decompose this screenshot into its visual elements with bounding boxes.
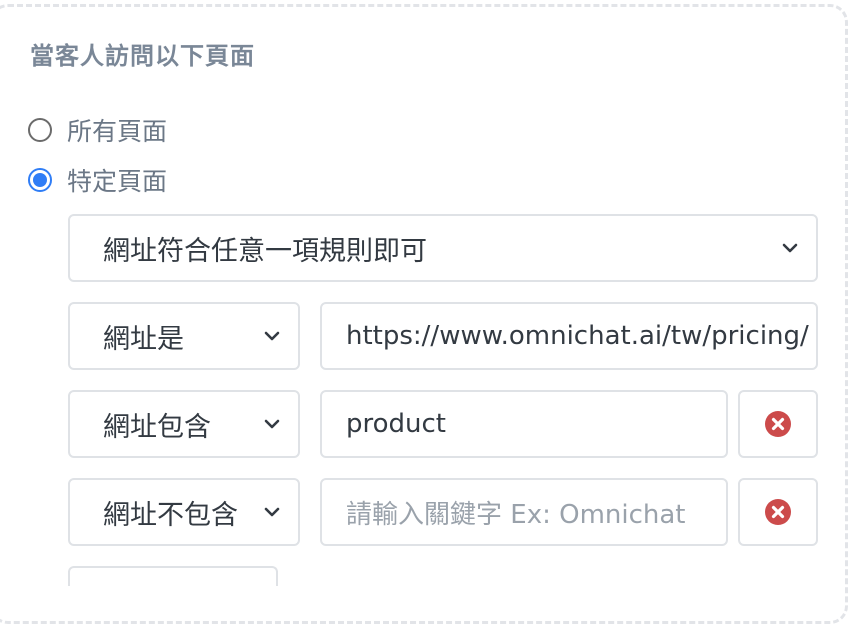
- close-circle-icon: [765, 499, 791, 525]
- rule-condition-select[interactable]: 網址包含: [68, 390, 300, 458]
- chevron-down-icon: [782, 243, 798, 253]
- radio-all-pages-button[interactable]: [28, 118, 52, 142]
- delete-rule-button[interactable]: [738, 390, 818, 458]
- rule-condition-value: 網址包含: [103, 411, 211, 443]
- rule-condition-select[interactable]: 網址是: [68, 302, 300, 370]
- rule-condition-select[interactable]: 網址不包含: [68, 478, 300, 546]
- delete-rule-button[interactable]: [738, 478, 818, 546]
- radio-specific-pages-label: 特定頁面: [67, 167, 168, 196]
- add-rule-select[interactable]: [68, 566, 278, 586]
- rule-value-input[interactable]: https://www.omnichat.ai/tw/pricing/: [320, 302, 818, 370]
- match-mode-select[interactable]: 網址符合任意一項規則即可: [68, 214, 818, 282]
- keyword-input[interactable]: 請輸入關鍵字 Ex: Omnichat: [320, 478, 728, 546]
- chevron-down-icon: [264, 331, 280, 341]
- radio-specific-pages[interactable]: 特定頁面: [28, 162, 167, 198]
- keyword-placeholder: 請輸入關鍵字 Ex: Omnichat: [346, 499, 686, 530]
- rule-value-input[interactable]: product: [320, 390, 728, 458]
- match-mode-value: 網址符合任意一項規則即可: [103, 235, 427, 267]
- chevron-down-icon: [264, 507, 280, 517]
- close-circle-icon: [765, 411, 791, 437]
- rule-value-text: product: [346, 409, 447, 439]
- rule-condition-value: 網址不包含: [103, 499, 238, 531]
- radio-all-pages[interactable]: 所有頁面: [28, 112, 167, 148]
- radio-all-pages-label: 所有頁面: [67, 117, 168, 146]
- section-title: 當客人訪問以下頁面: [30, 42, 255, 70]
- chevron-down-icon: [264, 419, 280, 429]
- rule-condition-value: 網址是: [103, 323, 184, 355]
- rule-value-text: https://www.omnichat.ai/tw/pricing/: [346, 321, 809, 351]
- radio-specific-pages-button[interactable]: [28, 168, 52, 192]
